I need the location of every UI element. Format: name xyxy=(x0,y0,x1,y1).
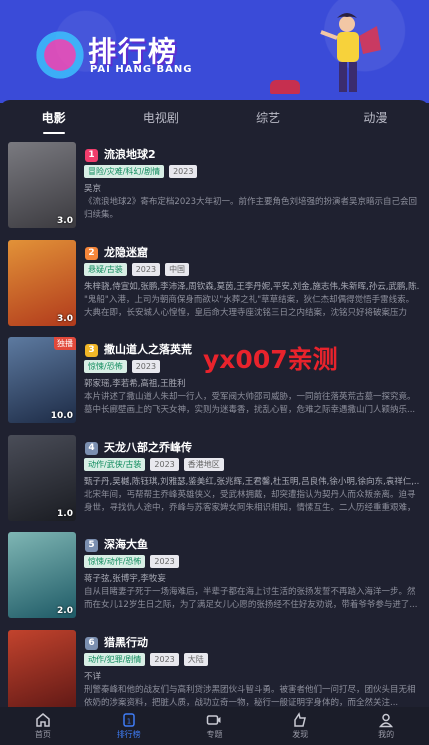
info-chip: 香港地区 xyxy=(183,457,224,471)
info-chip: 2023 xyxy=(150,555,179,568)
ranking-item[interactable]: 3.0 1 流浪地球2 冒险/灾难/科幻/剧情 2023 吴京《流浪地球2》寄布定档202… xyxy=(0,138,429,234)
movie-description: 刑警秦峰和他的战友们与高利贷涉黑团伙斗智斗勇。被害者他们一问打尽，团伙头目无相依… xyxy=(84,684,416,708)
info-chip: 2023 xyxy=(150,457,179,471)
movie-cast: 朱梓骁,侍宣如,张鹏,李沛泽,周钦森,莫茵,王李丹妮,平安,刘金,施志伟,朱新晖… xyxy=(84,281,420,292)
movie-tags: 惊悚/动作/恐怖 2023 xyxy=(84,555,179,568)
movie-cast: 甄子丹,吴樾,陈钰琪,刘雅瑟,鉴美红,张兆辉,王君馨,杜玉明,吕良伟,徐小明,徐… xyxy=(84,476,420,487)
banner-person-illustration xyxy=(320,13,381,92)
info-chip: 2023 xyxy=(169,165,198,178)
tabbar-topics[interactable]: 专题 xyxy=(172,707,258,745)
tab-anime[interactable]: 动漫 xyxy=(322,100,429,136)
info-chip: 2023 xyxy=(131,360,161,373)
movie-description: 本片讲述了撒山道人朱却一行人，受军阀大帅邵司威胁，一同前往落英荒古墓一探究竟。墓… xyxy=(84,392,416,415)
ranking-banner: 排行榜 PAI HANG BANG xyxy=(0,0,429,103)
banner-splash-graphic xyxy=(30,30,90,80)
watermark-text: yx007亲测 xyxy=(203,345,338,374)
genre-chip: 冒险/灾难/科幻/剧情 xyxy=(84,165,165,178)
movie-tags: 动作/武侠/古装 2023 香港地区 xyxy=(84,457,224,471)
movie-tags: 惊悚/恐怖 2023 xyxy=(84,360,161,373)
ranking-item[interactable]: 3.0 2 龙隐迷窟悬疑/古装 2023 中国朱梓骁,侍宣如,张鹏,李沛泽,周钦森,莫茵… xyxy=(0,236,429,332)
movie-poster[interactable]: 1.0 xyxy=(8,434,76,521)
tab-variety[interactable]: 综艺 xyxy=(215,100,322,136)
movie-cast: 蒋子弦,张博宇,李牧妄 xyxy=(84,574,166,584)
poster-score: 10.0 xyxy=(50,411,73,421)
movie-description: 自从目睹妻子死于一场海难后，半辈子都在海上讨生活的张扬发誓不再踏入海洋一步。然而… xyxy=(84,587,418,610)
ranking-icon: 1 xyxy=(122,713,135,727)
svg-text:1: 1 xyxy=(126,718,130,726)
tabbar-ranking[interactable]: 1 排行榜 xyxy=(86,707,172,745)
info-chip: 中国 xyxy=(165,262,190,276)
genre-chip: 惊悚/恐怖 xyxy=(84,360,127,373)
rank-badge: 2 xyxy=(85,246,98,260)
tabbar-profile[interactable]: 我的 xyxy=(343,707,429,745)
movie-tags: 悬疑/古装 2023 中国 xyxy=(84,262,190,276)
rank-badge: 6 xyxy=(85,636,98,650)
movie-title[interactable]: 流浪地球2 xyxy=(104,146,156,162)
movie-tags: 动作/犯罪/剧情 2023 大陆 xyxy=(84,652,208,666)
movie-title[interactable]: 深海大鱼 xyxy=(104,536,148,552)
poster-score: 3.0 xyxy=(57,216,73,226)
banner-subtitle: PAI HANG BANG xyxy=(90,64,193,75)
genre-chip: 动作/武侠/古装 xyxy=(84,457,146,471)
info-chip: 大陆 xyxy=(183,652,208,666)
tab-tv-series[interactable]: 电视剧 xyxy=(107,100,214,136)
rank-badge: 1 xyxy=(85,149,98,162)
movie-description: "鬼船"入港，上司为朝商保身而欲以"水葬之礼"草草结案，狄仁杰却偶得觉悟手雷线索… xyxy=(84,294,415,318)
tabbar-discover[interactable]: 发现 xyxy=(257,707,343,745)
info-chip: 2023 xyxy=(150,652,179,666)
rank-badge: 5 xyxy=(85,539,98,552)
movie-description: 北宋年间，丐帮帮主乔峰英雄侠义，受武林拥戴，却突遭指认为契丹人而众叛亲离。迫寻身… xyxy=(84,489,416,513)
poster-score: 3.0 xyxy=(57,313,73,324)
movie-cast: 郭家瑶,李若希,高祖,王胜利 xyxy=(84,379,186,389)
genre-chip: 悬疑/古装 xyxy=(84,262,127,276)
ranking-item[interactable]: 2.0 5 深海大鱼惊悚/动作/恐怖 2023 蒋子弦,张博宇,李牧妄自从目睹妻子死于一… xyxy=(0,528,429,624)
tabbar-topics-label: 专题 xyxy=(206,730,223,739)
movie-poster[interactable]: 独播 10.0 xyxy=(8,337,76,423)
movie-tags: 冒险/灾难/科幻/剧情 2023 xyxy=(84,165,198,178)
rank-badge: 3 xyxy=(85,344,98,357)
movie-poster[interactable]: 2.0 xyxy=(8,532,76,618)
genre-chip: 惊悚/动作/恐怖 xyxy=(84,555,146,568)
exclusive-badge: 独播 xyxy=(54,337,76,350)
movie-title[interactable]: 天龙八部之乔峰传 xyxy=(104,439,192,455)
movie-title[interactable]: 撒山道人之落英荒 xyxy=(104,341,192,357)
movie-poster[interactable] xyxy=(8,629,76,716)
movie-title[interactable]: 龙隐迷窟 xyxy=(104,244,148,260)
tabbar-ranking-label: 排行榜 xyxy=(116,730,141,739)
tabbar-discover-label: 发现 xyxy=(292,730,309,739)
poster-score: 2.0 xyxy=(57,606,73,616)
genre-chip: 动作/犯罪/剧情 xyxy=(84,652,146,666)
movie-title[interactable]: 猎黑行动 xyxy=(104,634,148,650)
tabbar-home[interactable]: 首页 xyxy=(0,707,86,745)
home-icon xyxy=(36,713,50,727)
movie-cast: 吴京 xyxy=(84,184,102,194)
rank-badge: 4 xyxy=(85,441,98,455)
discover-icon xyxy=(294,712,307,727)
tab-movies[interactable]: 电影 xyxy=(0,100,107,136)
movie-poster[interactable]: 3.0 xyxy=(8,239,76,326)
info-chip: 2023 xyxy=(131,262,161,276)
ranking-item[interactable]: 1.0 4 天龙八部之乔峰传动作/武侠/古装 2023 香港地区甄子丹,吴樾,陈钰琪,刘… xyxy=(0,431,429,527)
bottom-tabbar: 首页 1 排行榜 专题 发现 我的 xyxy=(0,707,429,745)
tabbar-home-label: 首页 xyxy=(34,730,51,739)
movie-description: 《流浪地球2》寄布定档2023大年初一。前作主要角色刘培强的扮演者吴京暗示自己会… xyxy=(84,197,418,220)
ranking-panel: 电影 电视剧 综艺 动漫 3.0 1 流浪地球2 冒险/灾难/科幻/剧情 2023 吴京《… xyxy=(0,100,429,716)
category-tabs: 电影 电视剧 综艺 动漫 xyxy=(0,100,429,136)
movie-cast: 不详 xyxy=(84,671,102,682)
profile-icon xyxy=(379,713,394,728)
movie-poster[interactable]: 3.0 xyxy=(8,142,76,228)
banner-hat-graphic xyxy=(270,80,300,94)
poster-score: 1.0 xyxy=(57,508,73,519)
tabbar-profile-label: 我的 xyxy=(378,730,395,739)
video-icon xyxy=(207,715,221,725)
